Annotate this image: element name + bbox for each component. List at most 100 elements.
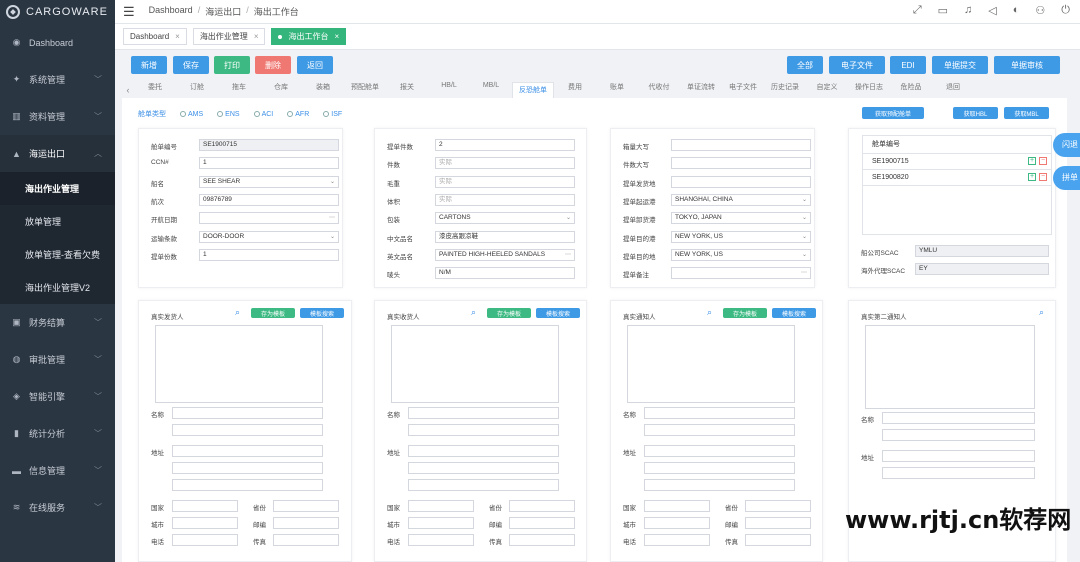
address-field[interactable] [882,450,1035,462]
table-row[interactable]: SE1900715 + − [863,154,1051,170]
add-row-icon[interactable]: + [1028,173,1036,181]
name-field[interactable] [408,407,559,419]
module-tab[interactable]: 历史记录 [764,82,806,98]
chevron-down-icon[interactable]: ⌄ [802,232,807,242]
sidebar-item-8[interactable]: ▬ 信息管理 ﹀ [0,452,115,489]
menu-toggle-icon[interactable]: ☰ [123,4,135,20]
radio-aci[interactable]: ACI [253,111,273,118]
address-field[interactable] [172,462,323,474]
name-field[interactable] [408,424,559,436]
name-field[interactable] [172,424,323,436]
address-field[interactable] [408,462,559,474]
search-template-button[interactable]: 模板搜索 [300,308,344,318]
table-row[interactable]: SE1900820 + − [863,170,1051,186]
skin-icon[interactable]: ◐ [1013,4,1020,17]
sidebar-item-9[interactable]: ≋ 在线服务 ﹀ [0,489,115,526]
back-button[interactable]: 返回 [297,56,333,74]
field-input[interactable] [671,175,811,188]
brand-logo[interactable]: CARGOWARE [0,0,115,24]
sidebar-item-5[interactable]: ◍ 审批管理 ﹀ [0,341,115,378]
chat-icon[interactable]: ▭ [938,4,948,17]
phone-field[interactable] [172,534,238,546]
search-icon[interactable]: ⌕ [471,307,476,318]
name-field[interactable] [644,424,795,436]
e-file-button[interactable]: 电子文件 [829,56,885,74]
name-field[interactable] [882,429,1035,441]
search-icon[interactable]: ⌕ [235,307,240,318]
user-icon[interactable]: ⚇ [1035,4,1045,17]
module-tab[interactable]: 自定义 [806,82,848,98]
module-tab[interactable]: 费用 [554,82,596,98]
module-tab[interactable]: HB/L [428,82,470,98]
radio-afr[interactable]: AFR [287,111,309,118]
fax-field[interactable] [745,534,811,546]
sidebar-subitem[interactable]: 海出作业管理 [0,172,115,205]
carrier-scac-field[interactable]: YMLU [915,245,1049,257]
side-button-merge[interactable]: 拼单 [1053,166,1080,190]
tab-dashboard[interactable]: Dashboard × [123,28,187,45]
close-icon[interactable]: × [334,32,339,41]
module-tab[interactable]: 代收付 [638,82,680,98]
address-field[interactable] [644,445,795,457]
field-input[interactable]: 实际 [435,193,575,206]
new-button[interactable]: 新增 [131,56,167,74]
field-input[interactable]: ⋯ [671,267,811,280]
field-input[interactable]: 1 [199,248,339,261]
breadcrumb-item[interactable]: 海运出口 [205,5,241,18]
fax-field[interactable] [273,534,339,546]
review-doc-button[interactable]: 单据审核 [994,56,1060,74]
field-input[interactable]: N/M [435,267,575,280]
chevron-down-icon[interactable]: ⌄ [330,232,335,242]
field-input[interactable]: SEE SHEAR ⌄ [199,175,339,188]
module-tab[interactable]: 装箱 [302,82,344,98]
more-icon[interactable]: ⋯ [565,250,571,260]
address-field[interactable] [408,445,559,457]
submit-doc-button[interactable]: 单据提交 [932,56,988,74]
field-input[interactable]: TOKYO, JAPAN ⌄ [671,212,811,225]
module-tab[interactable]: 反恐舱单 [512,82,554,98]
save-template-button[interactable]: 存为模板 [251,308,295,318]
address-field[interactable] [172,479,323,491]
field-input[interactable]: 2 [435,139,575,151]
name-field[interactable] [882,412,1035,424]
country-field[interactable] [408,500,474,512]
name-field[interactable] [172,407,323,419]
tab-sea-export-ops[interactable]: 海出作业管理 × [192,28,266,45]
module-tab[interactable]: 危险品 [890,82,932,98]
country-field[interactable] [172,500,238,512]
module-tab[interactable]: 订舱 [176,82,218,98]
party-textarea[interactable] [391,325,559,403]
module-tab[interactable]: 拖车 [218,82,260,98]
search-icon[interactable]: ⌕ [1039,307,1044,318]
phone-field[interactable] [644,534,710,546]
address-field[interactable] [172,445,323,457]
close-icon[interactable]: × [254,32,259,41]
field-input[interactable]: SHANGHAI, CHINA ⌄ [671,193,811,206]
field-input[interactable]: PAINTED HIGH-HEELED SANDALS ⋯ [435,248,575,261]
city-field[interactable] [408,517,474,529]
module-tab[interactable]: 仓库 [260,82,302,98]
chevron-down-icon[interactable]: ⌄ [330,177,335,187]
sidebar-subitem[interactable]: 海出作业管理V2 [0,271,115,304]
search-template-button[interactable]: 模板搜索 [772,308,816,318]
fax-field[interactable] [509,534,575,546]
sidebar-item-2[interactable]: ▥ 资料管理 ﹀ [0,98,115,135]
module-tab[interactable]: MB/L [470,82,512,98]
zip-field[interactable] [509,517,575,529]
close-icon[interactable]: × [175,32,180,41]
power-icon[interactable]: ⏻ [1061,4,1070,17]
save-template-button[interactable]: 存为模板 [487,308,531,318]
search-template-button[interactable]: 模板搜索 [536,308,580,318]
sidebar-item-1[interactable]: ✦ 系统管理 ﹀ [0,61,115,98]
address-field[interactable] [408,479,559,491]
party-textarea[interactable] [155,325,323,403]
more-icon[interactable]: ⋯ [801,268,807,278]
sidebar-item-4[interactable]: ▣ 财务结算 ﹀ [0,304,115,341]
province-field[interactable] [273,500,339,512]
chevron-down-icon[interactable]: ⌄ [802,195,807,205]
get-preassigned-manifest-button[interactable]: 获取预配舱单 [862,107,924,119]
field-input[interactable]: NEW YORK, US ⌄ [671,230,811,243]
radio-ens[interactable]: ENS [217,111,240,118]
party-textarea[interactable] [865,325,1035,409]
party-textarea[interactable] [627,325,795,403]
